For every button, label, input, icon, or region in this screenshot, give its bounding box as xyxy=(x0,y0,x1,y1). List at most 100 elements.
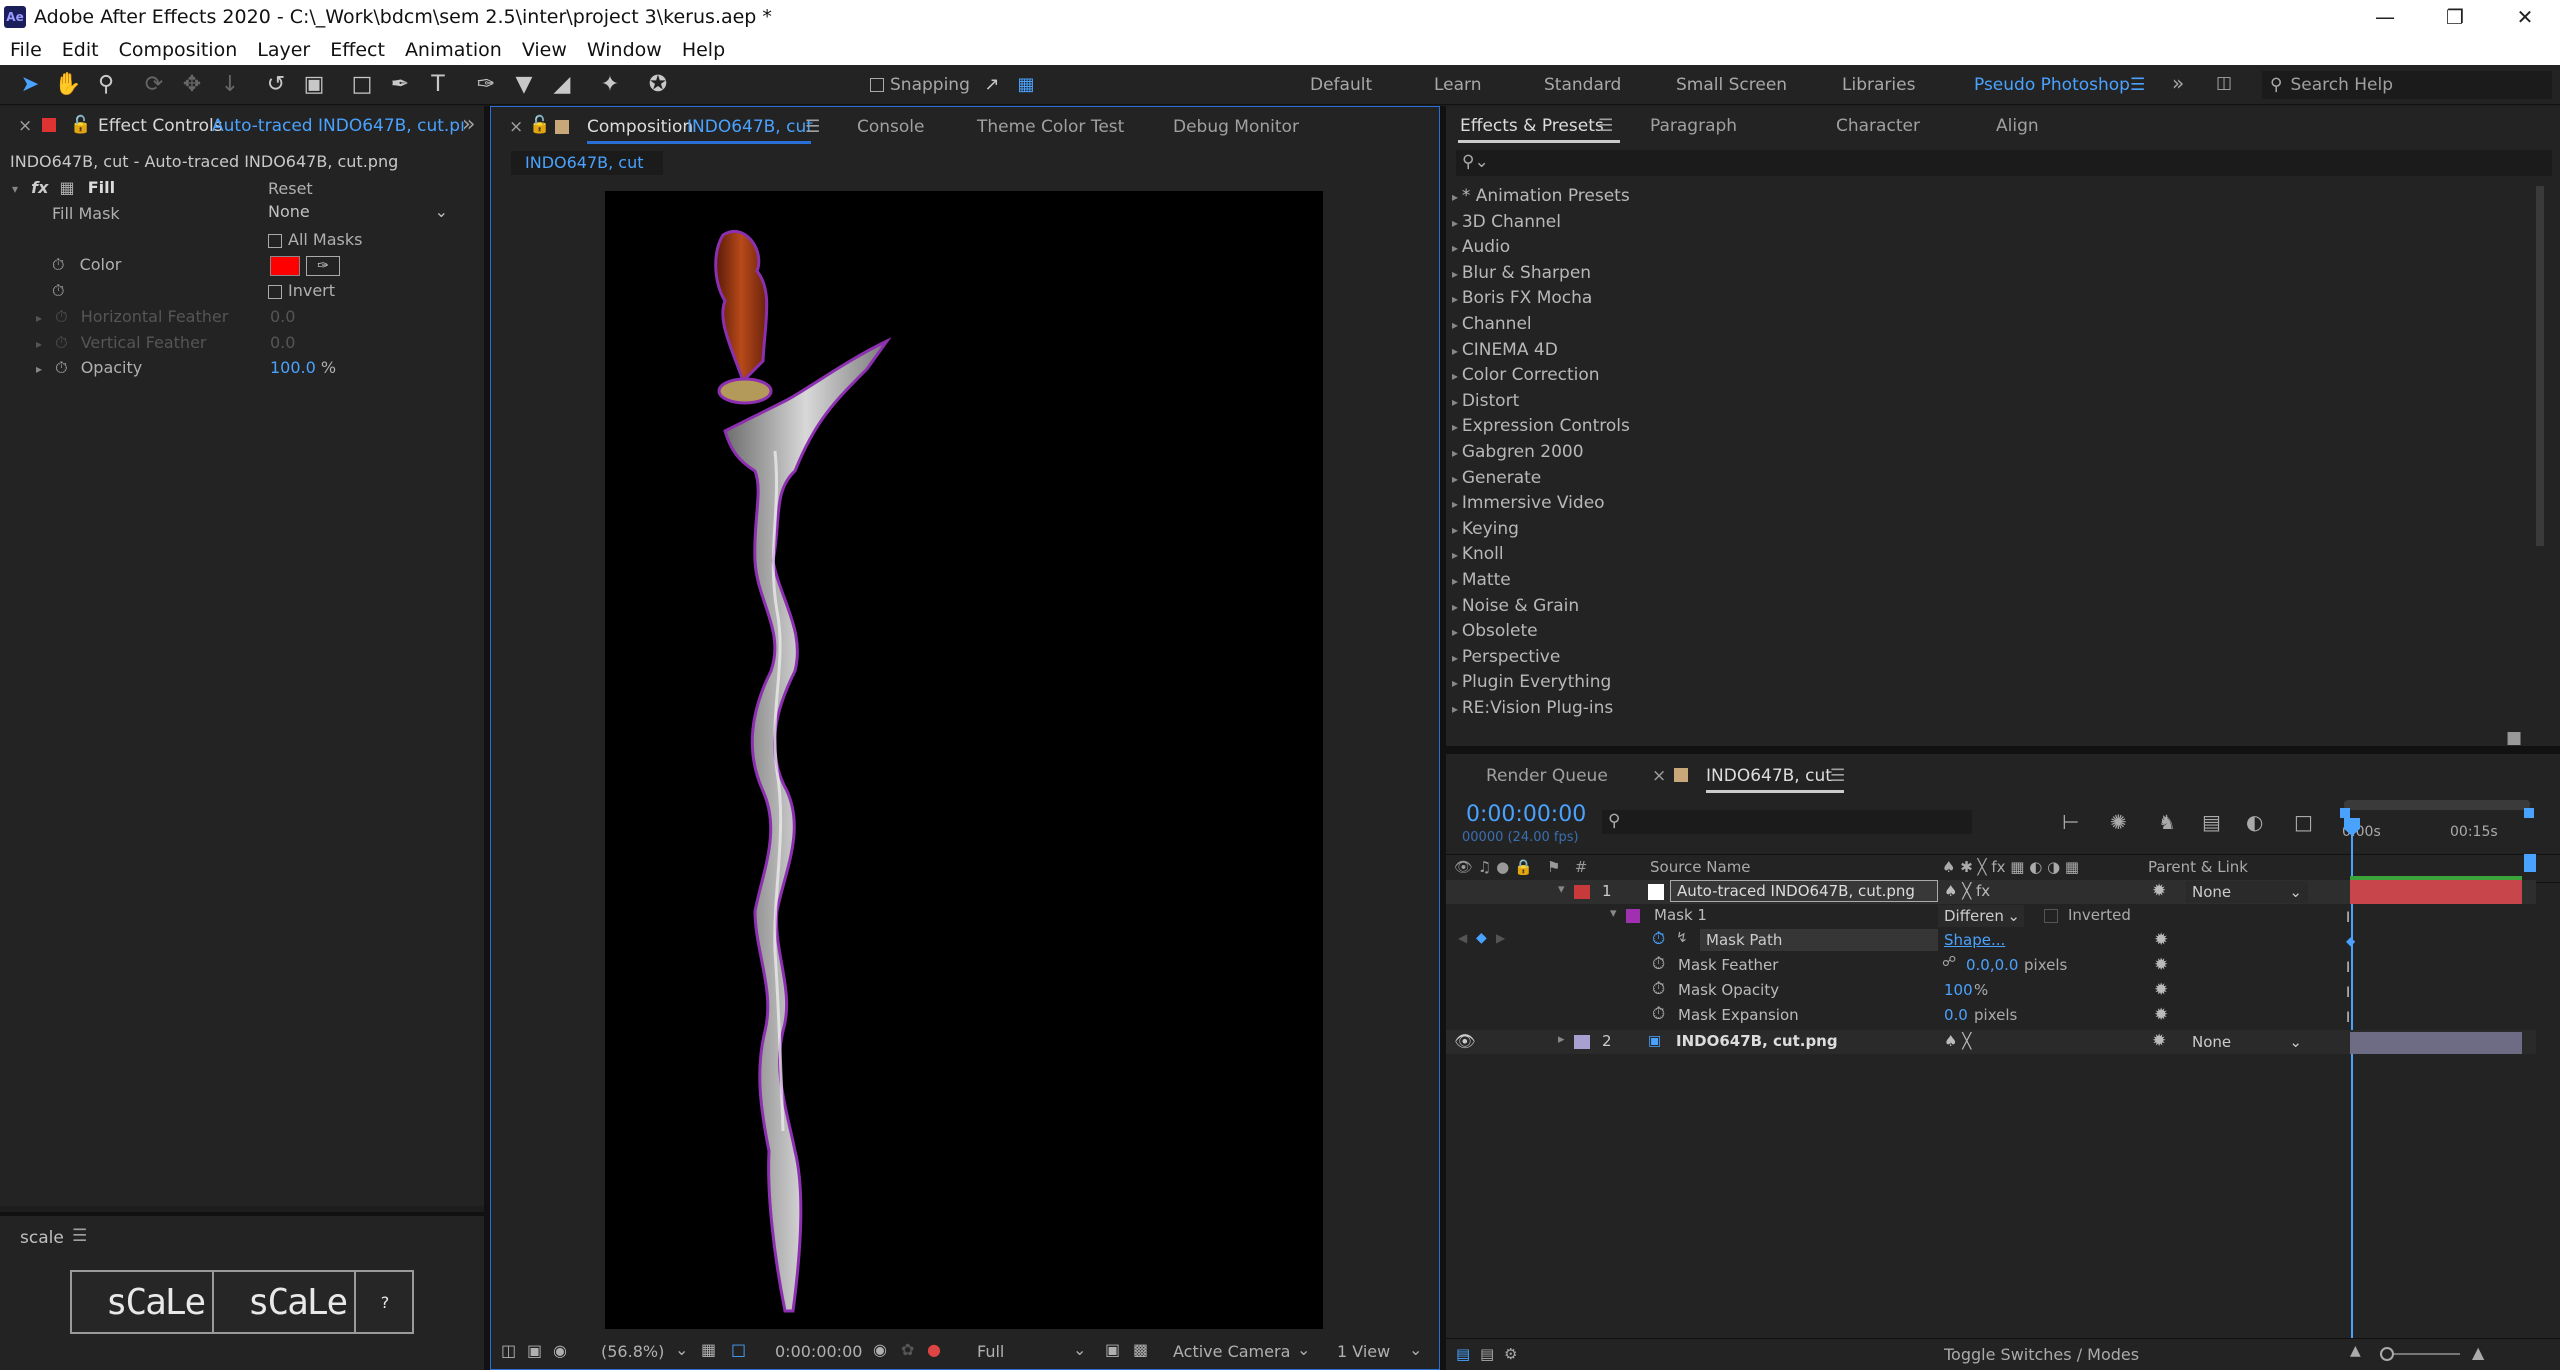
help-button[interactable]: ? xyxy=(354,1270,414,1334)
effect-category-item[interactable]: ▸ 3D Channel xyxy=(1452,212,1561,232)
tab-console[interactable]: Console xyxy=(857,117,925,137)
effect-category-item[interactable]: ▸ Plugin Everything xyxy=(1452,672,1611,692)
motion-blur-icon[interactable]: ◐ xyxy=(2246,810,2263,834)
expression-pick-whip-icon[interactable]: ✹ xyxy=(2154,930,2168,950)
keyframe-marker-icon[interactable]: I xyxy=(2346,1010,2350,1026)
effect-category-item[interactable]: ▸ Distort xyxy=(1452,391,1519,411)
effect-category-item[interactable]: ▸ Knoll xyxy=(1452,544,1504,564)
close-comp-tab-icon[interactable]: × xyxy=(509,117,523,137)
audio-icon[interactable]: ♫ xyxy=(1478,858,1491,876)
mask-opacity-row[interactable]: ⏱ Mask Opacity 100 % ✹ xyxy=(1446,979,2536,1003)
tab-align[interactable]: Align xyxy=(1996,116,2039,136)
tab-theme-color-test[interactable]: Theme Color Test xyxy=(977,117,1124,137)
effect-category-item[interactable]: ▸ Expression Controls xyxy=(1452,416,1630,436)
type-tool-icon[interactable]: T xyxy=(424,71,452,99)
effect-category-item[interactable]: ▸ Matte xyxy=(1452,570,1511,590)
reset-button[interactable]: Reset xyxy=(268,179,313,198)
eyedropper-icon[interactable]: ✑ xyxy=(306,256,340,276)
layer-2-duration-bar[interactable] xyxy=(2350,1032,2522,1054)
viewer-timecode[interactable]: 0:00:00:00 xyxy=(775,1342,862,1361)
effects-scrollbar[interactable] xyxy=(2536,186,2544,546)
expand-arrow-icon[interactable]: ▸ xyxy=(1452,344,1462,358)
collapse-arrow-icon[interactable]: ▾ xyxy=(1610,906,1617,921)
expand-arrow-icon[interactable]: ▸ xyxy=(1452,318,1462,332)
expression-pick-whip-icon[interactable]: ✹ xyxy=(2154,1005,2168,1025)
chevron-down-icon[interactable]: ⌄ xyxy=(1297,1340,1310,1359)
lock-icon[interactable]: 🔓 xyxy=(70,115,91,135)
tab-paragraph[interactable]: Paragraph xyxy=(1650,116,1737,136)
keyframe-marker-icon[interactable]: I xyxy=(2346,910,2350,926)
keyframe-marker-icon[interactable]: I xyxy=(2346,985,2350,1001)
mask-expansion-row[interactable]: ⏱ Mask Expansion 0.0 pixels ✹ xyxy=(1446,1004,2536,1028)
stopwatch-icon[interactable]: ⏱ xyxy=(1652,1004,1665,1024)
expand-arrow-icon[interactable]: ▸ xyxy=(1452,216,1462,230)
close-timeline-tab-icon[interactable]: × xyxy=(1652,766,1666,786)
zoom-level[interactable]: (56.8%) xyxy=(601,1342,664,1361)
dolly-camera-tool-icon[interactable]: ↓ xyxy=(216,71,244,99)
tab-comp-timeline[interactable]: INDO647B, cut xyxy=(1706,766,1832,786)
layer-name-field[interactable]: Auto-traced INDO647B, cut.png xyxy=(1670,880,1938,902)
expand-arrow-icon[interactable]: ▸ xyxy=(1452,267,1462,281)
tab-menu-icon[interactable]: ☰ xyxy=(1598,116,1613,136)
show-snapshot-icon[interactable]: ✿ xyxy=(901,1340,914,1359)
pen-tool-icon[interactable]: ✒ xyxy=(386,71,414,99)
frame-blending-icon[interactable]: ▤ xyxy=(2202,810,2221,834)
expand-arrow-icon[interactable]: ▸ xyxy=(1452,600,1462,614)
snapping-toggle[interactable]: Snapping xyxy=(870,75,970,95)
expand-arrow-icon[interactable]: ▸ xyxy=(1452,676,1462,690)
expand-arrow-icon[interactable]: ▸ xyxy=(1452,446,1462,460)
lock-icon[interactable]: 🔓 xyxy=(529,115,550,135)
mask-inverted-checkbox[interactable] xyxy=(2044,909,2058,923)
layer-label-color[interactable] xyxy=(1574,1035,1590,1049)
keyframe-marker-icon[interactable]: I xyxy=(2346,960,2350,976)
menu-file[interactable]: File xyxy=(10,39,42,61)
new-folder-icon[interactable]: ■ xyxy=(2506,728,2522,748)
workspace-standard[interactable]: Standard xyxy=(1544,75,1621,95)
layer-search-input[interactable]: ⚲ xyxy=(1602,810,1972,834)
mask-mode-dropdown[interactable]: Differen ⌄ xyxy=(1938,905,2024,927)
opacity-value-field[interactable]: 100.0 % xyxy=(270,358,336,377)
effect-category-item[interactable]: ▸ Obsolete xyxy=(1452,621,1538,641)
more-workspaces-icon[interactable]: » xyxy=(2172,71,2184,95)
composition-viewer[interactable] xyxy=(605,191,1323,1329)
mask-path-row[interactable]: ◀ ◆ ▶ ⏱ ↯ Mask Path Shape... ✹ xyxy=(1446,929,2536,953)
tab-debug-monitor[interactable]: Debug Monitor xyxy=(1173,117,1299,137)
camera-dropdown[interactable]: Active Camera xyxy=(1173,1342,1290,1361)
expand-arrow-icon[interactable]: ▸ xyxy=(1452,702,1462,716)
expand-arrow-icon[interactable]: ▸ xyxy=(1452,651,1462,665)
pick-whip-icon[interactable]: ✹ xyxy=(2152,1031,2166,1051)
workspace-learn[interactable]: Learn xyxy=(1434,75,1482,95)
expand-arrow-icon[interactable]: ▸ xyxy=(1452,548,1462,562)
workspace-menu-icon[interactable]: ☰ xyxy=(2130,75,2145,95)
restore-button[interactable]: ❐ xyxy=(2420,0,2490,34)
menu-view[interactable]: View xyxy=(522,39,567,61)
menu-help[interactable]: Help xyxy=(682,39,725,61)
expand-arrow-icon[interactable]: ▸ xyxy=(1452,497,1462,511)
pan-behind-tool-icon[interactable]: ▣ xyxy=(300,71,328,99)
parent-dropdown-1[interactable]: None ⌄ xyxy=(2186,881,2308,903)
orbit-camera-tool-icon[interactable]: ⟳ xyxy=(140,71,168,99)
label-icon[interactable]: ⚑ xyxy=(1547,858,1560,876)
resolution-dropdown[interactable]: Full xyxy=(977,1342,1004,1361)
workspace-pseudo-photoshop[interactable]: Pseudo Photoshop xyxy=(1974,75,2130,95)
graph-icon[interactable]: ↯ xyxy=(1676,930,1688,946)
region-of-interest-icon[interactable]: ▣ xyxy=(1105,1340,1120,1359)
effect-category-item[interactable]: ▸ * Animation Presets xyxy=(1452,186,1630,206)
collapse-arrow-icon[interactable]: ▾ xyxy=(1558,882,1565,897)
effect-category-item[interactable]: ▸ CINEMA 4D xyxy=(1452,340,1558,360)
eraser-tool-icon[interactable]: ◢ xyxy=(548,71,576,99)
menu-edit[interactable]: Edit xyxy=(62,39,99,61)
all-masks-box[interactable] xyxy=(268,233,282,248)
tab-menu-icon[interactable]: ☰ xyxy=(1830,766,1845,786)
eye-icon[interactable]: 👁 xyxy=(1454,858,1473,876)
tab-render-queue[interactable]: Render Queue xyxy=(1486,766,1608,786)
workspace-default[interactable]: Default xyxy=(1310,75,1372,95)
work-area-end-marker[interactable] xyxy=(2524,854,2536,872)
sync-settings-icon[interactable]: ◫ xyxy=(2216,73,2232,93)
stopwatch-icon[interactable]: ⏱ xyxy=(55,358,67,377)
add-keyframe-icon[interactable]: ◆ xyxy=(1476,930,1487,946)
graph-editor-icon[interactable]: □ xyxy=(2294,810,2313,834)
effect-category-item[interactable]: ▸ Gabgren 2000 xyxy=(1452,442,1584,462)
layer-switches[interactable]: ♠ ╳ fx xyxy=(1944,882,1990,900)
effect-category-item[interactable]: ▸ Noise & Grain xyxy=(1452,596,1579,616)
